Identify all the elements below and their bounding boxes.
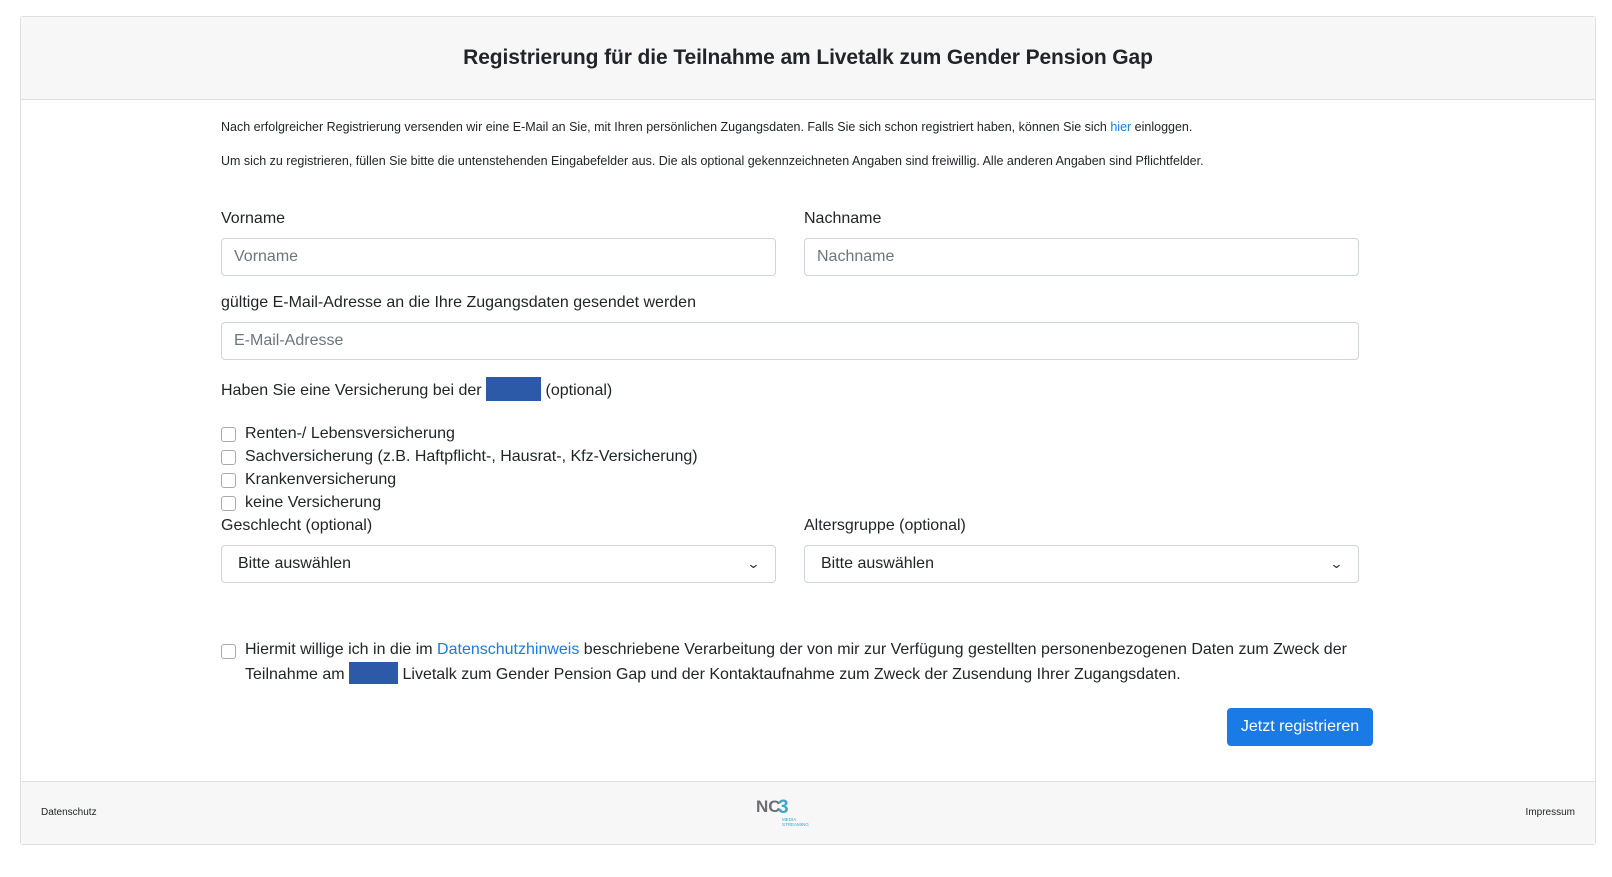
privacy-footer-link[interactable]: Datenschutz — [41, 807, 97, 818]
redacted-company-name — [486, 377, 542, 401]
insurance-option-health[interactable]: Krankenversicherung — [221, 471, 396, 489]
registration-card: Registrierung für die Teilnahme am Livet… — [20, 16, 1596, 845]
card-header: Registrierung für die Teilnahme am Livet… — [21, 17, 1595, 100]
firstname-label: Vorname — [221, 210, 286, 227]
privacy-notice-link[interactable]: Datenschutzhinweis — [437, 641, 579, 658]
imprint-footer-link[interactable]: Impressum — [1526, 807, 1575, 818]
intro-instructions-text: Um sich zu registrieren, füllen Sie bitt… — [221, 154, 1204, 168]
svg-text:NC: NC — [756, 797, 781, 816]
card-footer: Datenschutz NC 3 MEDIA STREAMING Impress… — [21, 781, 1595, 844]
redacted-company-name — [349, 662, 399, 684]
email-label: gültige E-Mail-Adresse an die Ihre Zugan… — [221, 294, 696, 311]
checkbox[interactable] — [221, 472, 236, 488]
register-button[interactable]: Jetzt registrieren — [1227, 708, 1373, 746]
page-title: Registrierung für die Teilnahme am Livet… — [463, 46, 1153, 69]
insurance-label: Haben Sie eine Versicherung bei der (opt… — [221, 377, 612, 401]
lastname-label: Nachname — [804, 210, 882, 227]
firstname-input[interactable] — [221, 238, 776, 276]
agegroup-label: Altersgruppe (optional) — [804, 517, 966, 534]
lastname-input[interactable] — [804, 238, 1359, 276]
insurance-option-pension[interactable]: Renten-/ Lebensversicherung — [221, 425, 455, 443]
login-link[interactable]: hier — [1110, 120, 1131, 134]
chevron-down-icon: ⌄ — [746, 556, 761, 571]
consent-checkbox[interactable] — [221, 644, 236, 659]
svg-text:3: 3 — [778, 797, 789, 818]
svg-text:STREAMING: STREAMING — [782, 822, 809, 827]
checkbox[interactable] — [221, 449, 236, 465]
insurance-option-none[interactable]: keine Versicherung — [221, 494, 381, 512]
chevron-down-icon: ⌄ — [1329, 556, 1344, 571]
gender-label: Geschlecht (optional) — [221, 517, 373, 534]
email-input[interactable] — [221, 322, 1359, 360]
checkbox[interactable] — [221, 495, 236, 511]
agegroup-select[interactable]: Bitte auswählen ⌄ — [804, 545, 1359, 583]
checkbox[interactable] — [221, 426, 236, 442]
consent-text: Hiermit willige ich in die im Datenschut… — [245, 641, 1347, 684]
gender-select[interactable]: Bitte auswählen ⌄ — [221, 545, 776, 583]
consent-row: Hiermit willige ich in die im Datenschut… — [221, 638, 1371, 687]
intro-login-text: Nach erfolgreicher Registrierung versend… — [221, 120, 1193, 134]
insurance-option-property[interactable]: Sachversicherung (z.B. Haftpflicht-, Hau… — [221, 448, 698, 466]
nc3-media-streaming-logo: NC 3 MEDIA STREAMING — [756, 797, 809, 827]
